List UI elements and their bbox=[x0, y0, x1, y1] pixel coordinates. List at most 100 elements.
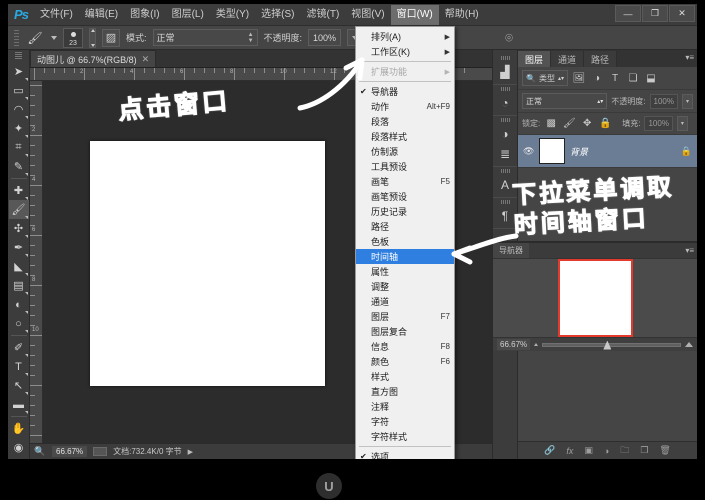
menu-item-24[interactable]: 样式 bbox=[356, 369, 454, 384]
window-menu-dropdown[interactable]: 排列(A) ▶ 工作区(K) ▶ 扩展功能 ▶ ✔ 导航器 动作 Alt+F9 段落 段落样式 仿制源工… bbox=[355, 26, 455, 459]
path-selection-tool[interactable]: ↖ bbox=[9, 376, 29, 395]
menu-item-13[interactable]: 历史记录 bbox=[356, 204, 454, 219]
menu-edit[interactable]: 编辑(E) bbox=[79, 5, 124, 25]
layer-mask-icon[interactable]: ▣ bbox=[584, 445, 593, 456]
marquee-tool[interactable]: ▭ bbox=[9, 81, 29, 100]
smart-object-filter-icon[interactable]: ⬓ bbox=[644, 71, 658, 85]
menu-item-7[interactable]: 段落 bbox=[356, 114, 454, 129]
blend-mode-select[interactable]: 正常 ▲ ▼ bbox=[152, 29, 258, 46]
menu-item-22[interactable]: 信息 F8 bbox=[356, 339, 454, 354]
tab-layers[interactable]: 图层 bbox=[518, 51, 552, 67]
brush-icon[interactable]: 🖌 bbox=[25, 29, 45, 47]
layer-row-background[interactable]: 👁 背景 🔒 bbox=[518, 135, 697, 168]
link-layers-icon[interactable]: 🔗 bbox=[544, 445, 555, 456]
shape-tool[interactable]: ▬ bbox=[9, 395, 29, 414]
menu-item-12[interactable]: 画笔预设 bbox=[356, 189, 454, 204]
status-zoom-value[interactable]: 66.67% bbox=[52, 446, 88, 457]
new-layer-icon[interactable]: ❐ bbox=[640, 445, 648, 456]
tab-channels[interactable]: 通道 bbox=[551, 51, 585, 67]
brush-size-stepper[interactable] bbox=[89, 27, 96, 48]
canvas[interactable] bbox=[90, 141, 325, 386]
adjustment-filter-icon[interactable]: ◑ bbox=[590, 71, 604, 85]
chevron-down-icon[interactable] bbox=[51, 35, 57, 40]
menu-layer[interactable]: 图层(L) bbox=[166, 5, 210, 25]
vertical-ruler[interactable]: 2 4 6 8 10 bbox=[30, 81, 43, 443]
delete-layer-icon[interactable]: 🗑 bbox=[659, 445, 670, 456]
lock-image-icon[interactable]: 🖌 bbox=[562, 117, 576, 131]
menu-item-1[interactable]: 工作区(K) ▶ bbox=[356, 44, 454, 59]
menu-item-21[interactable]: 图层复合 bbox=[356, 324, 454, 339]
menu-item-30[interactable]: ✔ 选项 bbox=[356, 449, 454, 459]
maximize-button[interactable]: ❐ bbox=[642, 5, 668, 22]
paragraph-panel-icon[interactable]: ¶ bbox=[494, 206, 516, 226]
layer-blend-mode-select[interactable]: 正常 ▴▾ bbox=[522, 93, 608, 109]
brush-panel-icon[interactable]: ▨ bbox=[102, 28, 120, 47]
zoom-slider[interactable] bbox=[542, 340, 681, 350]
tab-paths[interactable]: 路径 bbox=[584, 51, 618, 67]
layer-filter-select[interactable]: 🔍 类型 ▴▾ bbox=[522, 70, 568, 86]
menu-image[interactable]: 图象(I) bbox=[124, 5, 165, 25]
layer-opacity-value[interactable]: 100% bbox=[649, 93, 678, 109]
brush-size-preview[interactable]: 23 bbox=[63, 27, 83, 48]
document-tab[interactable]: 动图儿 @ 66.7%(RGB/8) ✕ bbox=[30, 50, 157, 67]
info-panel-icon[interactable]: ◔ bbox=[494, 93, 516, 113]
menu-item-18[interactable]: 调整 bbox=[356, 279, 454, 294]
zoom-slider-handle[interactable] bbox=[603, 340, 612, 350]
crop-tool[interactable]: ⌗ bbox=[9, 138, 29, 157]
menu-filter[interactable]: 滤镜(T) bbox=[301, 5, 346, 25]
menu-item-10[interactable]: 工具预设 bbox=[356, 159, 454, 174]
menu-item-17[interactable]: 属性 bbox=[356, 264, 454, 279]
navigator-preview[interactable] bbox=[493, 259, 697, 337]
pen-tool[interactable]: ✐ bbox=[9, 338, 29, 357]
airbrush-icon[interactable]: ⌾ bbox=[500, 29, 518, 47]
close-icon[interactable]: ✕ bbox=[142, 54, 150, 65]
menu-item-6[interactable]: 动作 Alt+F9 bbox=[356, 99, 454, 114]
eyedropper-tool[interactable]: ✎ bbox=[9, 157, 29, 176]
navigator-zoom-value[interactable]: 66.67% bbox=[497, 339, 531, 350]
dodge-tool[interactable]: ○ bbox=[9, 314, 29, 333]
adjustments-panel-icon[interactable]: ◑ bbox=[494, 124, 516, 144]
eraser-tool[interactable]: ◣ bbox=[9, 257, 29, 276]
lock-transparent-icon[interactable]: ▩ bbox=[544, 117, 558, 131]
styles-panel-icon[interactable]: ≣ bbox=[494, 144, 516, 164]
menu-item-25[interactable]: 直方图 bbox=[356, 384, 454, 399]
lock-position-icon[interactable]: ✥ bbox=[580, 117, 594, 131]
menu-item-5[interactable]: ✔ 导航器 bbox=[356, 84, 454, 99]
menu-select[interactable]: 选择(S) bbox=[255, 5, 300, 25]
healing-brush-tool[interactable]: ✚ bbox=[9, 181, 29, 200]
move-tool[interactable]: ➤ bbox=[9, 62, 29, 81]
type-filter-icon[interactable]: T bbox=[608, 71, 622, 85]
close-button[interactable]: ✕ bbox=[669, 5, 695, 22]
chevron-down-icon[interactable]: ▾ bbox=[676, 116, 688, 131]
panel-menu-icon[interactable]: ▾≡ bbox=[685, 246, 694, 255]
history-brush-tool[interactable]: ✒ bbox=[9, 238, 29, 257]
menu-item-8[interactable]: 段落样式 bbox=[356, 129, 454, 144]
layer-style-icon[interactable]: fx bbox=[566, 446, 573, 456]
character-panel-icon[interactable]: A bbox=[494, 175, 516, 195]
menu-view[interactable]: 视图(V) bbox=[345, 5, 390, 25]
chevron-down-icon[interactable]: ▾ bbox=[682, 93, 693, 109]
adjustment-layer-icon[interactable]: ◑ bbox=[604, 446, 609, 456]
menu-item-20[interactable]: 图层 F7 bbox=[356, 309, 454, 324]
menu-item-23[interactable]: 颜色 F6 bbox=[356, 354, 454, 369]
magic-wand-tool[interactable]: ✦ bbox=[9, 119, 29, 138]
minimize-button[interactable]: — bbox=[615, 5, 641, 22]
blur-tool[interactable]: ◐ bbox=[9, 295, 29, 314]
zoom-in-icon[interactable] bbox=[685, 342, 693, 347]
fill-value[interactable]: 100% bbox=[644, 116, 673, 131]
new-group-icon[interactable]: 🗀 bbox=[620, 443, 629, 459]
type-tool[interactable]: T bbox=[9, 357, 29, 376]
lock-all-icon[interactable]: 🔒 bbox=[598, 117, 612, 131]
menu-item-16[interactable]: 时间轴 bbox=[356, 249, 454, 264]
menu-type[interactable]: 类型(Y) bbox=[210, 5, 255, 25]
menu-item-9[interactable]: 仿制源 bbox=[356, 144, 454, 159]
shape-filter-icon[interactable]: ❏ bbox=[626, 71, 640, 85]
menu-help[interactable]: 帮助(H) bbox=[439, 5, 485, 25]
status-expand-arrow-icon[interactable]: ▶ bbox=[188, 448, 193, 456]
histogram-panel-icon[interactable]: ▟ bbox=[494, 62, 516, 82]
menu-item-11[interactable]: 画笔 F5 bbox=[356, 174, 454, 189]
tab-navigator[interactable]: 导航器 bbox=[493, 243, 529, 258]
zoom-out-icon[interactable] bbox=[534, 343, 539, 346]
tools-panel-grip[interactable] bbox=[15, 52, 22, 59]
menu-item-15[interactable]: 色板 bbox=[356, 234, 454, 249]
